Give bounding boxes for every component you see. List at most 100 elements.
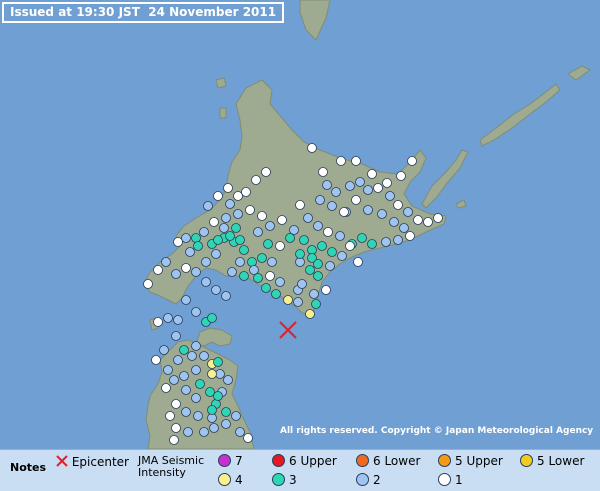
station-marker-intensity-2 xyxy=(227,267,237,277)
station-marker-intensity-1 xyxy=(393,200,403,210)
legend-epicenter-label: Epicenter xyxy=(71,455,129,469)
station-marker-intensity-2 xyxy=(161,257,171,267)
legend-level-5-lower: 5 Lower xyxy=(520,454,584,468)
station-marker-intensity-1 xyxy=(169,435,179,445)
station-marker-intensity-1 xyxy=(251,175,261,185)
station-marker-intensity-3 xyxy=(299,235,309,245)
station-marker-intensity-4 xyxy=(283,295,293,305)
station-marker-intensity-1 xyxy=(405,231,415,241)
station-marker-intensity-2 xyxy=(219,223,229,233)
station-marker-intensity-3 xyxy=(205,387,215,397)
legend-level-2: 2 xyxy=(356,473,381,487)
legend-level-label: 1 xyxy=(455,473,463,487)
station-marker-intensity-1 xyxy=(209,217,219,227)
station-marker-intensity-3 xyxy=(247,257,257,267)
station-marker-intensity-2 xyxy=(303,213,313,223)
station-marker-intensity-2 xyxy=(201,257,211,267)
station-marker-intensity-1 xyxy=(261,167,271,177)
station-marker-intensity-1 xyxy=(307,143,317,153)
station-marker-intensity-2 xyxy=(403,207,413,217)
intensity-dot-icon xyxy=(218,473,231,486)
station-marker-intensity-3 xyxy=(235,235,245,245)
station-marker-intensity-2 xyxy=(335,231,345,241)
station-marker-intensity-2 xyxy=(183,427,193,437)
station-marker-intensity-3 xyxy=(193,241,203,251)
station-marker-intensity-1 xyxy=(353,257,363,267)
station-marker-intensity-3 xyxy=(257,253,267,263)
station-marker-intensity-1 xyxy=(323,227,333,237)
station-marker-intensity-1 xyxy=(143,279,153,289)
station-marker-intensity-2 xyxy=(181,233,191,243)
station-marker-intensity-2 xyxy=(181,407,191,417)
station-marker-intensity-1 xyxy=(151,355,161,365)
station-marker-intensity-2 xyxy=(297,279,307,289)
legend-level-label: 6 Upper xyxy=(289,454,337,468)
station-marker-intensity-2 xyxy=(267,257,277,267)
station-marker-intensity-3 xyxy=(367,239,377,249)
station-marker-intensity-2 xyxy=(377,209,387,219)
station-marker-intensity-4 xyxy=(207,369,217,379)
station-marker-intensity-2 xyxy=(209,423,219,433)
station-marker-intensity-2 xyxy=(179,371,189,381)
station-marker-intensity-1 xyxy=(223,183,233,193)
intensity-dot-icon xyxy=(356,473,369,486)
legend-level-4: 4 xyxy=(218,473,243,487)
legend-bar: Notes Epicenter JMA Seismic Intensity 7 6… xyxy=(0,449,600,491)
station-marker-intensity-1 xyxy=(257,211,267,221)
station-marker-intensity-3 xyxy=(207,313,217,323)
station-marker-intensity-1 xyxy=(318,167,328,177)
station-marker-intensity-2 xyxy=(221,213,231,223)
station-marker-intensity-2 xyxy=(187,351,197,361)
station-marker-intensity-3 xyxy=(239,245,249,255)
station-marker-intensity-3 xyxy=(213,357,223,367)
legend-jma-line2: Intensity xyxy=(138,466,186,479)
legend-level-7: 7 xyxy=(218,454,243,468)
legend-level-label: 3 xyxy=(289,473,297,487)
rebun-island xyxy=(219,107,227,119)
station-marker-intensity-2 xyxy=(235,427,245,437)
station-marker-intensity-2 xyxy=(389,217,399,227)
station-marker-intensity-2 xyxy=(199,227,209,237)
station-marker-intensity-3 xyxy=(261,283,271,293)
station-marker-intensity-1 xyxy=(433,213,443,223)
station-marker-intensity-1 xyxy=(423,217,433,227)
station-marker-intensity-3 xyxy=(311,299,321,309)
station-marker-intensity-1 xyxy=(396,171,406,181)
station-marker-intensity-1 xyxy=(351,195,361,205)
legend-level-3: 3 xyxy=(272,473,297,487)
station-marker-intensity-2 xyxy=(163,365,173,375)
station-marker-intensity-2 xyxy=(325,261,335,271)
legend-level-6-lower: 6 Lower xyxy=(356,454,420,468)
station-marker-intensity-1 xyxy=(153,265,163,275)
station-marker-intensity-2 xyxy=(191,307,201,317)
station-marker-intensity-1 xyxy=(295,200,305,210)
station-marker-intensity-1 xyxy=(413,215,423,225)
legend-level-1: 1 xyxy=(438,473,463,487)
station-marker-intensity-1 xyxy=(336,156,346,166)
station-marker-intensity-1 xyxy=(321,285,331,295)
intensity-dot-icon xyxy=(438,454,451,467)
station-marker-intensity-2 xyxy=(191,365,201,375)
station-marker-intensity-2 xyxy=(223,375,233,385)
station-marker-intensity-2 xyxy=(363,205,373,215)
station-marker-intensity-2 xyxy=(289,225,299,235)
station-marker-intensity-2 xyxy=(203,201,213,211)
station-marker-intensity-2 xyxy=(211,285,221,295)
station-marker-intensity-2 xyxy=(363,185,373,195)
station-marker-intensity-2 xyxy=(235,257,245,267)
station-marker-intensity-1 xyxy=(153,317,163,327)
station-marker-intensity-2 xyxy=(331,187,341,197)
intensity-map xyxy=(0,0,600,449)
station-marker-intensity-2 xyxy=(265,221,275,231)
station-marker-intensity-2 xyxy=(393,235,403,245)
station-marker-intensity-3 xyxy=(191,233,201,243)
legend-level-6-upper: 6 Upper xyxy=(272,454,337,468)
station-marker-intensity-1 xyxy=(367,169,377,179)
station-marker-intensity-2 xyxy=(381,237,391,247)
station-marker-intensity-1 xyxy=(345,241,355,251)
legend-epicenter: Epicenter xyxy=(56,455,129,469)
station-marker-intensity-2 xyxy=(201,277,211,287)
station-marker-intensity-2 xyxy=(193,411,203,421)
station-marker-intensity-1 xyxy=(407,156,417,166)
station-marker-intensity-2 xyxy=(173,355,183,365)
